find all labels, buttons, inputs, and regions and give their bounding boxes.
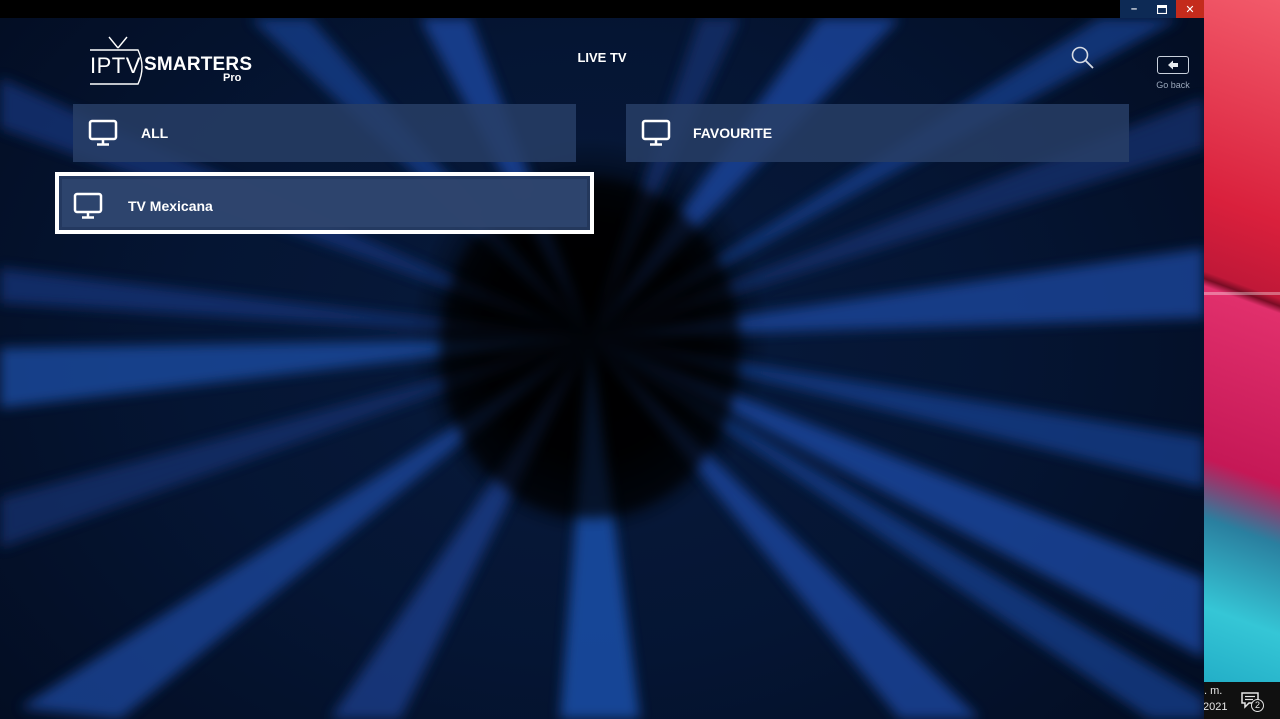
go-back-label: Go back: [1156, 80, 1190, 90]
maximize-icon: [1157, 4, 1167, 14]
logo-iptv-text: IPTV: [90, 53, 141, 78]
main-stage: IPTV SMARTERS Pro LIVE TV Go back ALL FA…: [0, 18, 1204, 719]
category-tv-mexicana[interactable]: TV Mexicana: [55, 172, 594, 234]
notification-count-badge: 2: [1251, 699, 1264, 712]
page-title: LIVE TV: [577, 50, 627, 65]
category-label: ALL: [141, 125, 169, 141]
app-window: – ✕ IPTV SMARTERS Pro LIVE TV Go back AL…: [0, 0, 1204, 719]
app-logo: IPTV SMARTERS Pro: [88, 36, 258, 88]
taskbar-tray: . m. 2021 2: [1196, 682, 1280, 719]
wallpaper-fold: [1204, 292, 1280, 295]
back-arrow-icon: [1168, 60, 1178, 70]
category-label: TV Mexicana: [128, 198, 213, 214]
category-all[interactable]: ALL: [73, 104, 576, 162]
search-icon: [1071, 46, 1094, 69]
tv-icon: [641, 119, 671, 146]
maximize-button[interactable]: [1148, 0, 1176, 18]
tv-icon: [73, 192, 103, 219]
category-label: FAVOURITE: [693, 125, 773, 141]
close-button[interactable]: ✕: [1176, 0, 1204, 18]
tray-time: . m.: [1204, 685, 1223, 697]
title-bar: – ✕: [0, 0, 1204, 18]
logo-pro-text: Pro: [223, 72, 242, 84]
minimize-button[interactable]: –: [1120, 0, 1148, 18]
go-back-button[interactable]: Go back: [1152, 56, 1196, 92]
category-favourite[interactable]: FAVOURITE: [626, 104, 1129, 162]
tray-date: 2021: [1203, 701, 1228, 713]
desktop-wallpaper: [1204, 0, 1280, 719]
go-back-box: [1157, 56, 1189, 74]
tv-icon: [88, 119, 118, 146]
search-button[interactable]: [1070, 45, 1096, 71]
